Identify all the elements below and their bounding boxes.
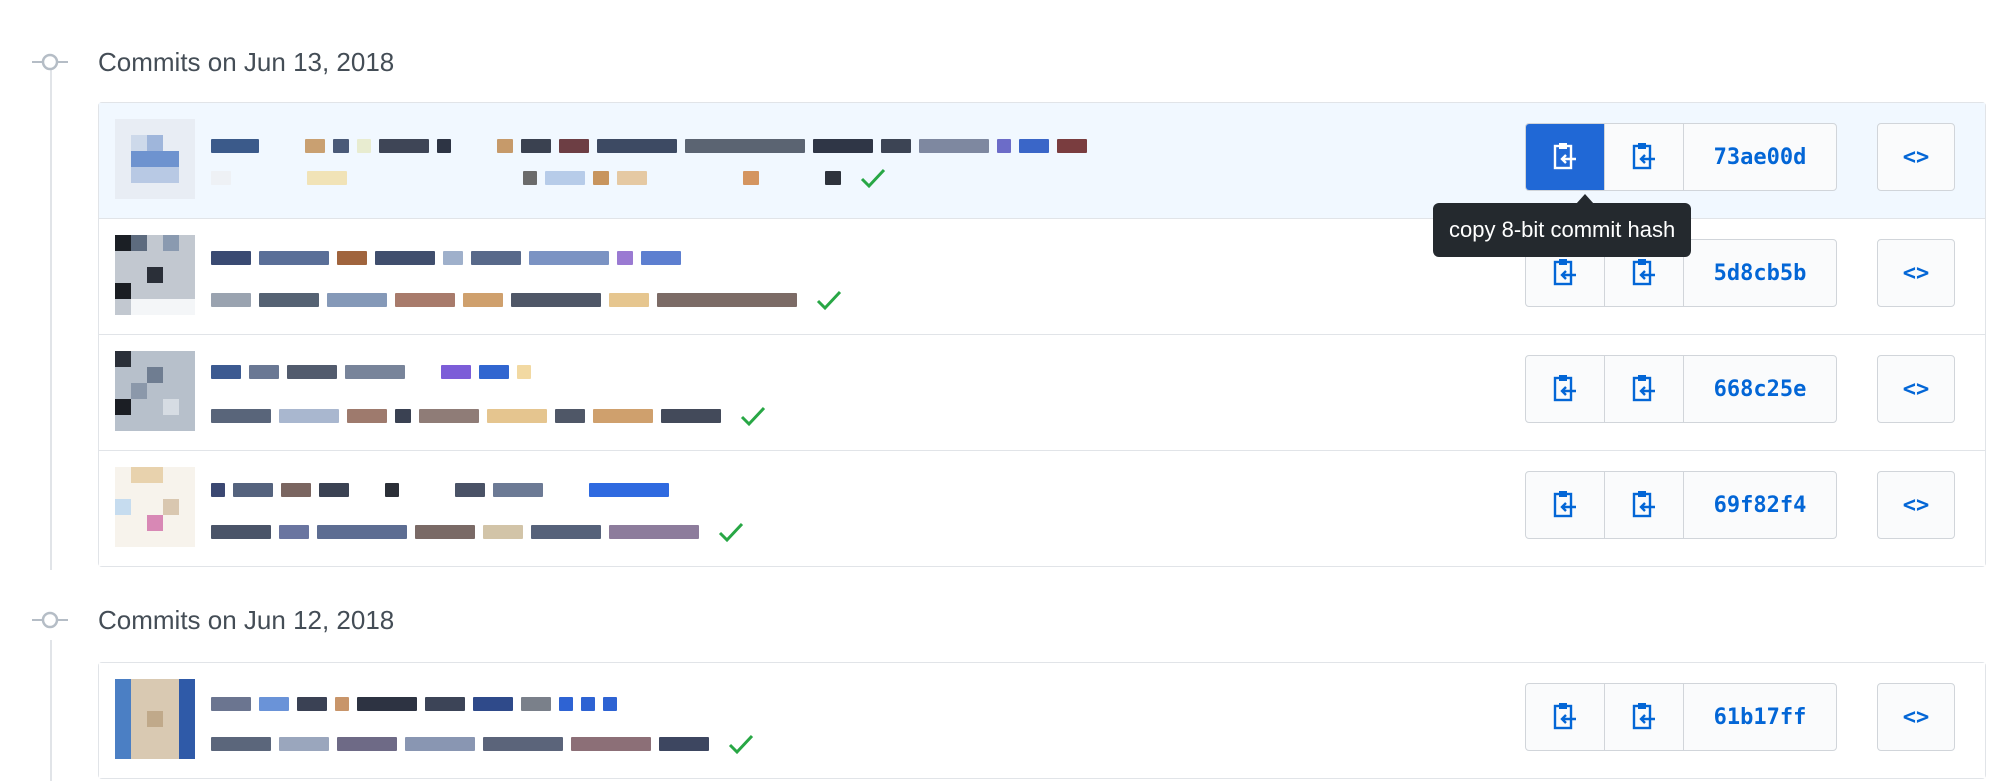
commit-group-title: Commits on Jun 12, 2018: [98, 604, 395, 635]
timeline-line: [50, 640, 52, 781]
check-icon: [718, 522, 744, 543]
check-icon: [740, 406, 766, 427]
copy-short-hash-button[interactable]: [1605, 124, 1684, 190]
commit-meta: [211, 290, 843, 311]
copy-full-hash-button[interactable]: [1526, 472, 1605, 538]
commit-list: 73ae00d <> 5d8cb5b <> 668c25e <> 69f82f4…: [98, 102, 1986, 567]
clipboard-copy-icon: [1553, 375, 1576, 402]
copy-short-hash-button[interactable]: [1605, 684, 1684, 750]
commit-meta: [211, 734, 755, 755]
clipboard-copy-icon: [1553, 259, 1576, 286]
clipboard-copy-icon: [1632, 375, 1655, 402]
check-icon: [860, 168, 886, 189]
copy-full-hash-button[interactable]: [1526, 124, 1605, 190]
copy-hash-tooltip: copy 8-bit commit hash: [1433, 203, 1692, 257]
avatar[interactable]: [115, 467, 195, 547]
commit-meta: [211, 406, 767, 427]
browse-repo-button[interactable]: <>: [1877, 123, 1955, 191]
browse-repo-button[interactable]: <>: [1877, 355, 1955, 423]
commit-row: 69f82f4 <>: [99, 450, 1985, 566]
copy-short-hash-button[interactable]: [1605, 356, 1684, 422]
commit-row: 5d8cb5b <>: [99, 218, 1985, 334]
commit-message[interactable]: [211, 251, 681, 265]
copy-full-hash-button[interactable]: [1526, 684, 1605, 750]
commit-group-header: Commits on Jun 13, 2018: [30, 42, 394, 82]
commit-message[interactable]: [211, 365, 531, 379]
clipboard-copy-icon: [1553, 703, 1576, 730]
commit-group-title: Commits on Jun 13, 2018: [98, 46, 395, 77]
commit-sha-link[interactable]: 5d8cb5b: [1684, 240, 1836, 306]
avatar[interactable]: [115, 119, 195, 199]
commit-message[interactable]: [211, 697, 617, 711]
commit-message[interactable]: [211, 139, 1087, 153]
commit-list: 61b17ff <>: [98, 662, 1986, 779]
copy-full-hash-button[interactable]: [1526, 356, 1605, 422]
timeline-line: [50, 70, 52, 570]
commit-button-group: 61b17ff: [1525, 683, 1837, 751]
commit-row: 73ae00d <>: [99, 103, 1985, 218]
commit-meta: [211, 168, 887, 189]
commit-row: 668c25e <>: [99, 334, 1985, 450]
clipboard-copy-icon: [1632, 259, 1655, 286]
git-commit-icon: [30, 42, 70, 82]
commit-button-group: 73ae00d: [1525, 123, 1837, 191]
clipboard-copy-icon: [1632, 703, 1655, 730]
check-icon: [728, 734, 754, 755]
commit-sha-link[interactable]: 668c25e: [1684, 356, 1836, 422]
commit-sha-link[interactable]: 69f82f4: [1684, 472, 1836, 538]
commit-message[interactable]: [211, 483, 669, 497]
commit-button-group: 668c25e: [1525, 355, 1837, 423]
commit-group-header: Commits on Jun 12, 2018: [30, 600, 394, 640]
avatar[interactable]: [115, 235, 195, 315]
copy-short-hash-button[interactable]: [1605, 472, 1684, 538]
commit-row: 61b17ff <>: [99, 663, 1985, 778]
check-icon: [816, 290, 842, 311]
browse-repo-button[interactable]: <>: [1877, 471, 1955, 539]
clipboard-copy-icon: [1553, 491, 1576, 518]
clipboard-copy-icon: [1632, 491, 1655, 518]
commit-sha-link[interactable]: 73ae00d: [1684, 124, 1836, 190]
clipboard-copy-icon: [1632, 143, 1655, 170]
browse-repo-button[interactable]: <>: [1877, 239, 1955, 307]
git-commit-icon: [30, 600, 70, 640]
commit-button-group: 69f82f4: [1525, 471, 1837, 539]
commit-sha-link[interactable]: 61b17ff: [1684, 684, 1836, 750]
avatar[interactable]: [115, 679, 195, 759]
avatar[interactable]: [115, 351, 195, 431]
clipboard-copy-icon: [1553, 143, 1576, 170]
browse-repo-button[interactable]: <>: [1877, 683, 1955, 751]
commit-meta: [211, 522, 745, 543]
